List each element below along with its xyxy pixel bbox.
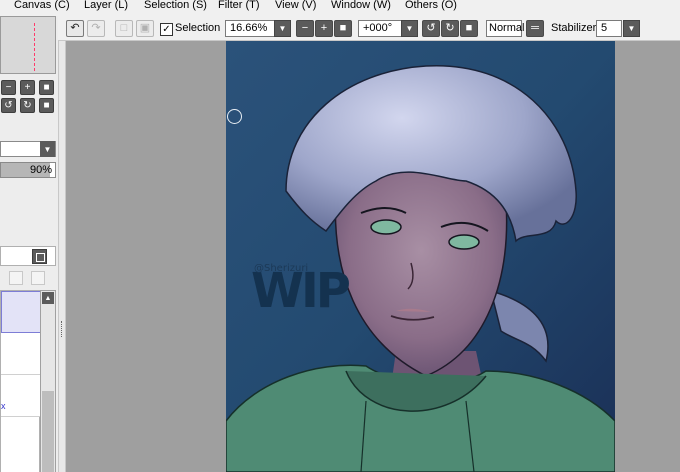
flip-icon: ═ [531, 22, 539, 34]
invert-selection-button[interactable]: ▣ [136, 20, 154, 37]
plus-icon: + [320, 22, 328, 34]
rotation-dropdown-button[interactable]: ▼ [401, 20, 418, 37]
invert-selection-icon: ▣ [139, 22, 151, 34]
flip-horizontal-button[interactable]: ═ [526, 20, 544, 37]
selection-label: Selection [175, 22, 221, 34]
blend-mode-field[interactable]: Normal [486, 20, 524, 37]
nav-rotate-right-button[interactable]: ↻ [20, 98, 35, 113]
chevron-down-icon: ▼ [627, 24, 636, 33]
toolbar: ↶ ↷ □ ▣ ✓ Selection 16.66% ▼ − + ■ +000°… [0, 14, 680, 41]
plus-icon: + [24, 82, 31, 93]
deselect-button[interactable]: □ [115, 20, 133, 37]
square-icon: ■ [43, 100, 50, 111]
menu-view[interactable]: View (V) [275, 0, 316, 11]
layer-item-selected[interactable] [1, 291, 41, 333]
zoom-out-button[interactable]: − [296, 20, 314, 37]
menu-canvas[interactable]: Canvas (C) [14, 0, 70, 11]
layer-settings-button[interactable] [32, 249, 47, 264]
zoom-field[interactable]: 16.66% [225, 20, 275, 37]
chevron-down-icon: ▼ [43, 144, 52, 154]
scroll-up-icon[interactable]: ▲ [42, 292, 54, 304]
brush-cursor-icon [227, 109, 242, 124]
rotate-right-icon: ↻ [23, 100, 32, 111]
menu-bar: Canvas (C) Layer (L) Selection (S) Filte… [0, 0, 680, 14]
nav-reset-button[interactable]: ■ [39, 80, 54, 95]
nav-zoom-out-button[interactable]: − [1, 80, 16, 95]
rotate-right-icon: ↻ [445, 22, 455, 34]
rotate-left-icon: ↺ [4, 100, 13, 111]
canvas-area[interactable]: WIP @Sherizuri [66, 41, 680, 472]
new-layer-icon[interactable] [9, 271, 23, 285]
zoom-reset-button[interactable]: ■ [334, 20, 352, 37]
zoom-dropdown-button[interactable]: ▼ [274, 20, 291, 37]
rotate-left-button[interactable]: ↺ [422, 20, 440, 37]
left-panel: − + ■ ↺ ↻ ■ ▼ 90% x ▲ [0, 16, 58, 472]
layer-panel-header [0, 246, 56, 266]
zoom-in-button[interactable]: + [315, 20, 333, 37]
nav-rotate-left-button[interactable]: ↺ [1, 98, 16, 113]
minus-icon: − [301, 22, 309, 34]
artwork-canvas[interactable]: WIP @Sherizuri [226, 41, 615, 472]
chevron-down-icon: ▼ [405, 24, 414, 33]
nav-rotate-reset-button[interactable]: ■ [39, 98, 54, 113]
stabilizer-field[interactable]: 5 [596, 20, 622, 37]
undo-button[interactable]: ↶ [66, 20, 84, 37]
artwork-illustration [226, 41, 615, 472]
rotate-right-button[interactable]: ↻ [441, 20, 459, 37]
square-icon: ■ [465, 22, 473, 34]
rotate-left-icon: ↺ [426, 22, 436, 34]
menu-layer[interactable]: Layer (L) [84, 0, 128, 11]
layer-list[interactable]: x [0, 290, 41, 472]
layer-item[interactable] [1, 333, 41, 375]
opacity-value: 90% [29, 164, 52, 176]
panel-splitter[interactable] [58, 41, 66, 472]
square-icon: ■ [43, 82, 50, 93]
menu-selection[interactable]: Selection (S) [144, 0, 207, 11]
layer-close-icon[interactable]: x [1, 401, 6, 411]
selection-checkbox[interactable]: ✓ [160, 23, 173, 36]
navigator-preview[interactable] [0, 16, 56, 74]
square-icon: ■ [339, 22, 347, 34]
layer-opacity-slider[interactable]: 90% [0, 162, 56, 178]
scroll-thumb[interactable] [42, 391, 54, 472]
blend-dropdown-button[interactable]: ▼ [40, 141, 55, 157]
navigator-view-marker[interactable] [34, 23, 35, 71]
signature-watermark: @Sherizuri [254, 263, 309, 274]
menu-others[interactable]: Others (O) [405, 0, 457, 11]
rotation-reset-button[interactable]: ■ [460, 20, 478, 37]
menu-filter[interactable]: Filter (T) [218, 0, 260, 11]
nav-zoom-in-button[interactable]: + [20, 80, 35, 95]
layer-item[interactable] [1, 375, 41, 417]
redo-button[interactable]: ↷ [87, 20, 105, 37]
redo-icon: ↷ [91, 22, 101, 34]
stabilizer-dropdown-button[interactable]: ▼ [623, 20, 640, 37]
checkmark-icon: ✓ [162, 24, 171, 35]
splitter-grip-icon[interactable] [61, 321, 63, 337]
layer-scrollbar[interactable]: ▲ [40, 290, 56, 472]
menu-window[interactable]: Window (W) [331, 0, 391, 11]
rotation-field[interactable]: +000° [358, 20, 403, 37]
undo-icon: ↶ [70, 22, 80, 34]
minus-icon: − [5, 82, 12, 93]
deselect-icon: □ [120, 22, 128, 34]
delete-layer-icon[interactable] [31, 271, 45, 285]
chevron-down-icon: ▼ [278, 24, 287, 33]
stabilizer-label: Stabilizer [551, 22, 597, 34]
